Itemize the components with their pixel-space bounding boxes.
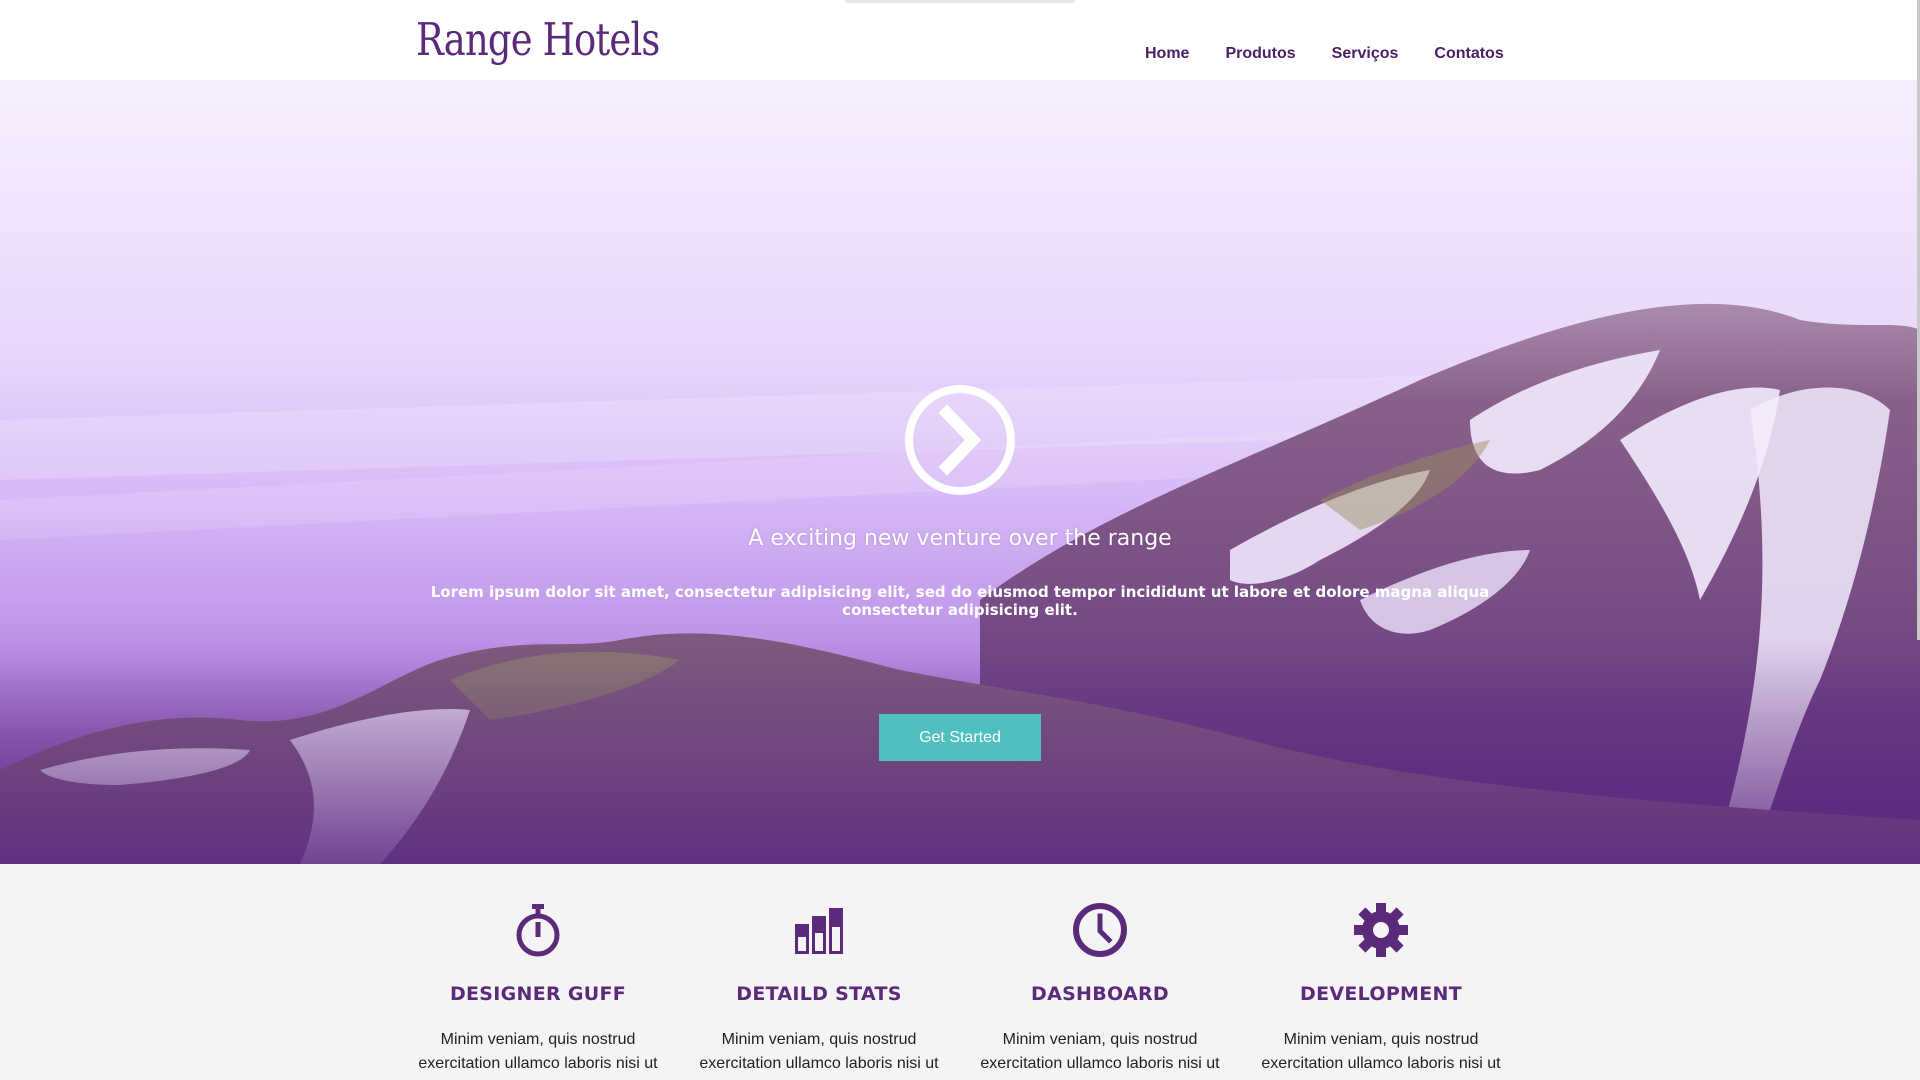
nav-home[interactable]: Home: [1127, 45, 1207, 63]
site-header: Range Hotels Home Produtos Serviços Cont…: [0, 0, 1920, 80]
header-decoration: [845, 0, 1075, 3]
stopwatch-icon: [516, 904, 560, 957]
hero-title: A exciting new venture over the range: [748, 526, 1172, 551]
feature-text: Minim veniam, quis nostrud exercitation …: [418, 1031, 658, 1072]
gear-icon: [1354, 903, 1408, 957]
feature-text: Minim veniam, quis nostrud exercitation …: [1261, 1031, 1501, 1072]
bar-chart-icon: [795, 908, 843, 954]
feature-title: DASHBOARD: [1031, 983, 1169, 1005]
hero-section: A exciting new venture over the range Lo…: [0, 80, 1920, 864]
feature-title: DESIGNER GUFF: [449, 983, 627, 1005]
nav-produtos[interactable]: Produtos: [1207, 45, 1313, 63]
clock-icon: [1073, 903, 1127, 957]
feature-text: Minim veniam, quis nostrud exercitation …: [699, 1031, 939, 1072]
site-logo[interactable]: Range Hotels: [416, 10, 660, 70]
features-section: DESIGNER GUFF Minim veniam, quis nostrud…: [0, 864, 1920, 1080]
get-started-button[interactable]: Get Started: [879, 714, 1041, 761]
hero-description: Lorem ipsum dolor sit amet, consectetur …: [430, 583, 1490, 619]
feature-title: DETAILD STATS: [736, 983, 902, 1005]
main-nav: Home Produtos Serviços Contatos: [1127, 45, 1522, 63]
hero-content: A exciting new venture over the range Lo…: [0, 80, 1920, 864]
nav-servicos[interactable]: Serviços: [1314, 45, 1417, 63]
chevron-right-circle-icon[interactable]: [903, 383, 1017, 497]
feature-title: DEVELOPMENT: [1300, 983, 1462, 1005]
feature-text: Minim veniam, quis nostrud exercitation …: [980, 1031, 1220, 1072]
nav-contatos[interactable]: Contatos: [1416, 45, 1521, 63]
